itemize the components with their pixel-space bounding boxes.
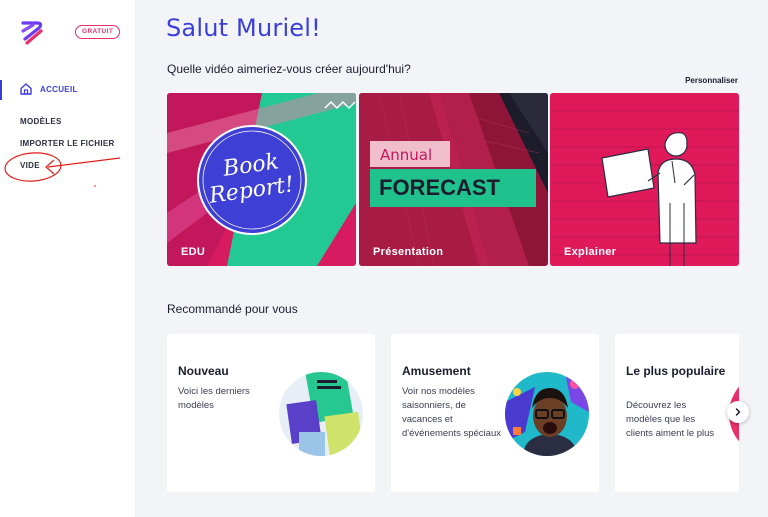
recommended-card-title: Nouveau xyxy=(178,364,229,378)
recommended-card-new[interactable]: Nouveau Voici les derniers modèles xyxy=(167,334,375,492)
edu-card-art: Book Report! xyxy=(167,93,356,266)
personalize-link[interactable]: Personnaliser xyxy=(685,76,738,85)
plan-badge[interactable]: GRATUIT xyxy=(75,25,121,39)
main-content: Salut Muriel! Quelle vidéo aimeriez-vous… xyxy=(136,0,768,517)
presentation-art-line2: FORECAST xyxy=(379,175,501,200)
fun-templates-thumbnail xyxy=(505,372,589,456)
section-heading-create: Quelle vidéo aimeriez-vous créer aujourd… xyxy=(167,62,411,76)
explainer-card-art xyxy=(550,93,739,266)
recommended-card-description: Voici les derniers modèles xyxy=(178,386,250,411)
sidebar: GRATUIT ACCUEIL MODÈLES IMPORTER LE FICH… xyxy=(0,0,136,517)
app-logo-icon[interactable] xyxy=(17,17,49,49)
presentation-card-art: Annual FORECAST xyxy=(359,93,548,266)
video-card-label: EDU xyxy=(181,246,206,258)
sidebar-item-home[interactable]: ACCUEIL xyxy=(0,80,135,100)
carousel-next-button[interactable] xyxy=(727,401,749,423)
new-templates-thumbnail xyxy=(279,372,363,456)
chevron-right-icon xyxy=(735,408,741,416)
recommended-card-popular[interactable]: Le plus populaire Découvrez les modèles … xyxy=(615,334,739,492)
recommended-card-description: Voir nos modèles saisonniers, de vacance… xyxy=(402,386,501,439)
recommended-card-fun[interactable]: Amusement Voir nos modèles saisonniers, … xyxy=(391,334,599,492)
video-card-edu[interactable]: Book Report! EDU xyxy=(167,93,356,266)
sidebar-item-home-label: ACCUEIL xyxy=(40,85,78,94)
video-card-explainer[interactable]: Explainer xyxy=(550,93,739,266)
home-icon xyxy=(20,83,32,95)
recommended-card-title: Le plus populaire xyxy=(626,364,726,378)
red-annotation xyxy=(4,152,121,187)
video-card-presentation[interactable]: Annual FORECAST Présentation xyxy=(359,93,548,266)
sidebar-item-templates[interactable]: MODÈLES xyxy=(20,117,62,126)
recommended-card-title: Amusement xyxy=(402,364,471,378)
page-title: Salut Muriel! xyxy=(166,14,321,42)
section-heading-recommended: Recommandé pour vous xyxy=(167,302,298,316)
video-card-label: Explainer xyxy=(564,246,617,258)
presentation-art-line1: Annual xyxy=(380,146,432,164)
video-card-label: Présentation xyxy=(373,246,444,258)
recommended-card-description: Découvrez les modèles que les clients ai… xyxy=(626,400,715,439)
active-indicator xyxy=(0,80,2,100)
